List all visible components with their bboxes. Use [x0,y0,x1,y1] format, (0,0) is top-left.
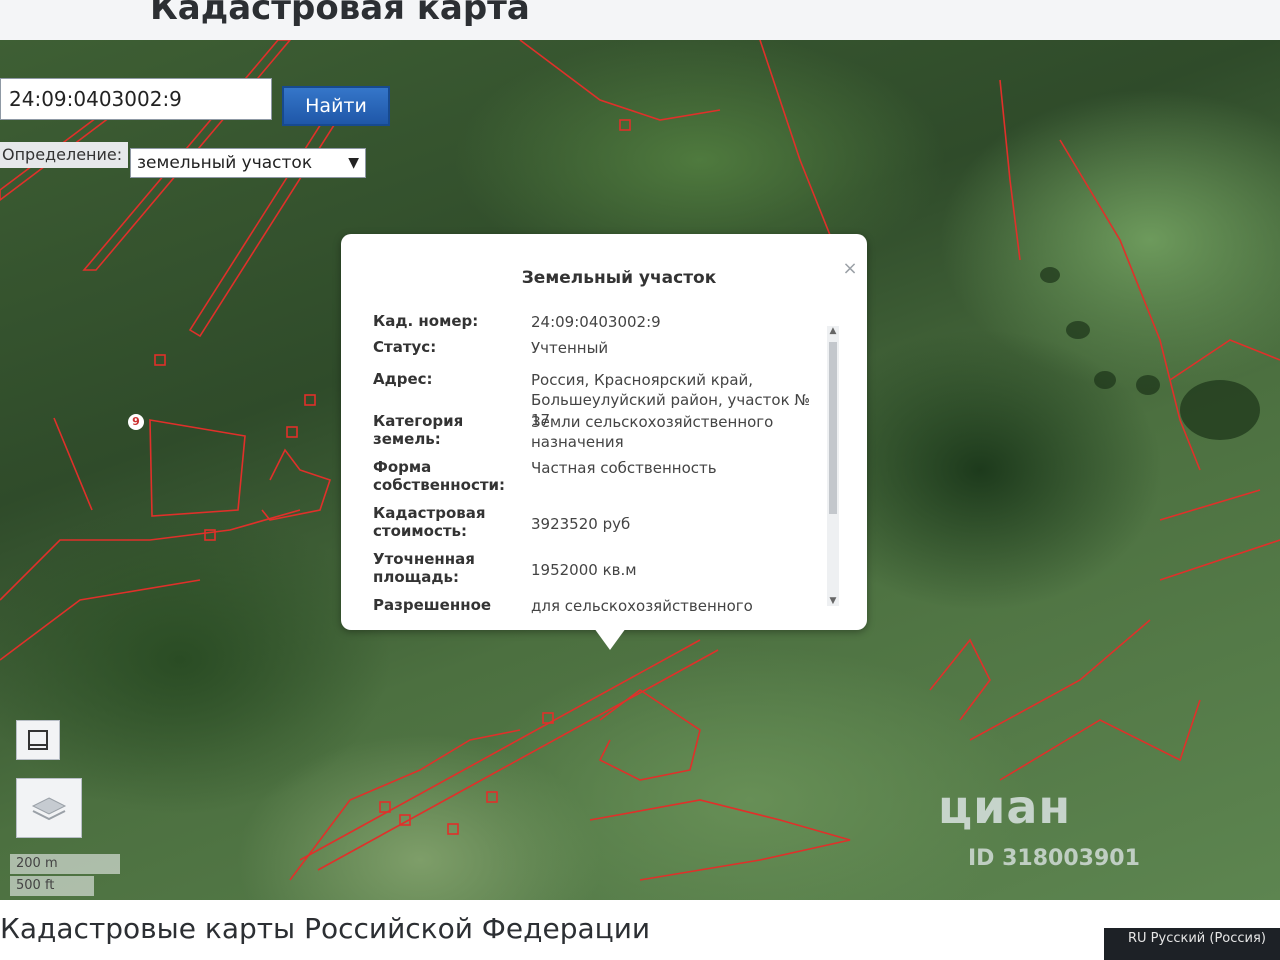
property-key: Статус: [373,338,437,356]
scroll-up-icon[interactable]: ▲ [827,326,839,336]
map-marker[interactable]: 9 [128,414,144,430]
property-key: Форма собственности: [373,458,506,494]
property-value: Частная собственность [531,459,717,477]
property-value: для сельскохозяйственного [531,597,753,615]
property-key: Уточненная площадь: [373,550,475,586]
property-key: Адрес: [373,370,433,388]
ruler-icon [28,730,48,750]
watermark-logo: циан [938,780,1072,834]
property-value: Земли сельскохозяйственного назначения [531,413,774,451]
measure-tool-button[interactable] [16,720,60,760]
watermark-id: ID 318003901 [968,846,1140,871]
definition-label: Определение: [0,142,128,168]
scale-bar-imperial: 500 ft [10,876,94,896]
scrollbar-thumb[interactable] [829,342,837,514]
property-value: 3923520 руб [531,515,631,533]
layers-icon [31,797,67,821]
close-icon[interactable]: × [841,260,859,278]
definition-selected-value: земельный участок [137,153,313,173]
page-header: Кадастровая карта [0,0,1280,40]
layers-button[interactable] [16,778,82,838]
property-key: Кадастровая стоимость: [373,504,486,540]
property-value: 24:09:0403002:9 [531,313,661,331]
page-footer: Кадастровые карты Российской Федерации R… [0,900,1280,960]
property-key: Категория земель: [373,412,464,448]
definition-select[interactable]: земельный участок ▼ [130,148,366,178]
popup-title: Земельный участок [521,268,717,288]
language-indicator[interactable]: RU Русский (Россия) [1104,928,1280,960]
property-key: Кад. номер: [373,312,479,330]
property-value: Учтенный [531,339,609,357]
search-button[interactable]: Найти [282,86,390,126]
scale-bar-metric: 200 m [10,854,120,874]
chevron-down-icon: ▼ [348,155,359,171]
scroll-down-icon[interactable]: ▼ [827,596,839,606]
popup-pointer [594,628,626,650]
popup-scrollbar[interactable]: ▲ ▼ [827,326,839,606]
property-value: 1952000 кв.м [531,561,637,579]
cadastral-number-input[interactable] [0,78,272,120]
map-canvas[interactable]: Найти Определение: земельный участок ▼ 9… [0,40,1280,900]
property-key: Разрешенное [373,596,492,614]
parcel-info-popup: Земельный участок × Кад. номер: 24:09:04… [341,234,867,630]
page-title: Кадастровая карта [150,0,530,28]
footer-title: Кадастровые карты Российской Федерации [0,912,651,945]
